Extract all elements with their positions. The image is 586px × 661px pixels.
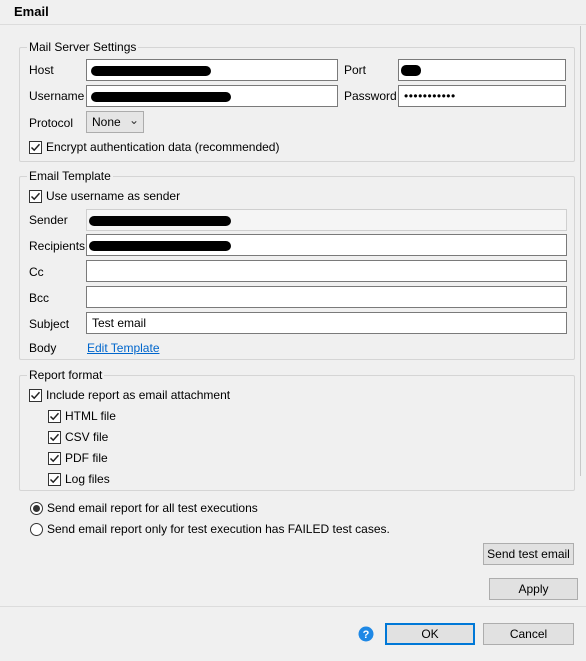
subject-label: Subject [29,317,70,331]
protocol-value: None [92,115,121,129]
svg-text:?: ? [363,629,370,641]
report-format-group-label: Report format [27,368,105,382]
checkbox-box [29,388,42,402]
checkmark-icon [30,143,41,151]
checkbox-box [48,451,61,465]
help-icon[interactable]: ? [358,626,374,642]
radio-dot [30,522,43,536]
chevron-down-icon: ⌄ [128,113,139,127]
redacted-username [91,92,231,102]
scroll-edge [580,26,581,476]
protocol-label: Protocol [29,116,74,130]
body-label: Body [29,341,57,355]
checkmark-icon [49,412,60,420]
ok-button[interactable]: OK [385,623,475,645]
radio-dot [30,501,43,515]
encrypt-label: Encrypt authentication data (recommended… [46,140,280,154]
bcc-field[interactable] [86,286,567,308]
checkbox-box [48,472,61,486]
redacted-recipients [89,241,231,251]
username-label: Username [29,89,85,103]
checkmark-icon [30,391,41,399]
cc-field[interactable] [86,260,567,282]
sender-field [86,209,567,231]
host-field[interactable] [86,59,338,81]
send-test-email-button[interactable]: Send test email [483,543,574,565]
edit-template-link[interactable]: Edit Template [87,341,160,355]
html-file-checkbox[interactable]: HTML file [48,409,116,423]
csv-file-label: CSV file [65,430,109,444]
pdf-file-label: PDF file [65,451,108,465]
recipients-label: Recipients [29,239,86,253]
protocol-select[interactable]: None ⌄ [86,111,144,133]
port-label: Port [344,63,367,77]
csv-file-checkbox[interactable]: CSV file [48,430,108,444]
password-label: Password [344,89,397,103]
pdf-file-checkbox[interactable]: PDF file [48,451,108,465]
checkbox-box [48,409,61,423]
checkmark-icon [49,475,60,483]
include-attachment-checkbox[interactable]: Include report as email attachment [29,388,230,402]
html-file-label: HTML file [65,409,116,423]
send-all-label: Send email report for all test execution… [47,501,258,515]
port-field[interactable] [398,59,566,81]
apply-button[interactable]: Apply [489,578,578,600]
checkmark-icon [30,192,41,200]
username-field[interactable] [86,85,338,107]
email-template-group-label: Email Template [27,169,113,183]
checkbox-box [29,189,42,203]
checkmark-icon [49,433,60,441]
title-separator [0,24,586,25]
send-all-radio[interactable]: Send email report for all test execution… [30,501,258,515]
redacted-host [91,66,211,76]
bcc-label: Bcc [29,291,50,305]
checkbox-box [48,430,61,444]
recipients-field[interactable] [86,234,567,256]
sender-label: Sender [29,213,68,227]
host-label: Host [29,63,54,77]
use-username-checkbox[interactable]: Use username as sender [29,189,180,203]
dialog-title: Email [14,4,49,19]
mail-server-group-label: Mail Server Settings [27,40,139,54]
cancel-button[interactable]: Cancel [483,623,574,645]
radio-selected-indicator [33,504,40,512]
checkmark-icon [49,454,60,462]
send-failed-radio[interactable]: Send email report only for test executio… [30,522,390,536]
redacted-port [401,65,421,76]
use-username-label: Use username as sender [46,189,181,203]
cc-label: Cc [29,265,44,279]
redacted-sender [89,216,231,226]
password-field[interactable]: ••••••••••• [398,85,566,107]
log-files-checkbox[interactable]: Log files [48,472,110,486]
log-files-label: Log files [65,472,110,486]
include-attachment-label: Include report as email attachment [46,388,231,402]
subject-field[interactable]: Test email [86,312,567,334]
checkbox-box [29,140,42,154]
encrypt-checkbox[interactable]: Encrypt authentication data (recommended… [29,140,279,154]
send-failed-label: Send email report only for test executio… [47,522,390,536]
